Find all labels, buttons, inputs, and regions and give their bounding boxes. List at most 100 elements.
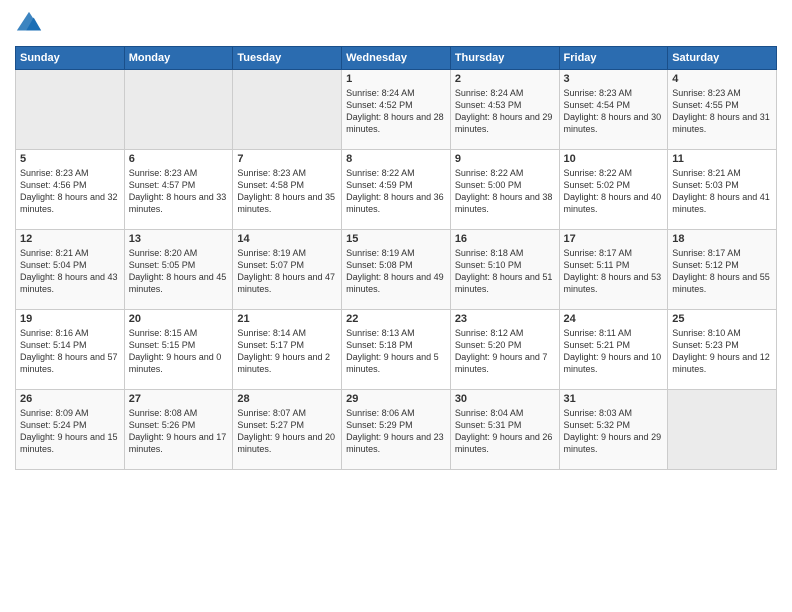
day-cell: 30Sunrise: 8:04 AM Sunset: 5:31 PM Dayli… [450,390,559,470]
day-info: Sunrise: 8:12 AM Sunset: 5:20 PM Dayligh… [455,327,555,376]
day-cell [16,70,125,150]
day-cell: 22 Sunrise: 8:13 AM Sunset: 5:18 PM Dayli… [342,310,451,390]
day-info: Sunrise: 8:13 AM Sunset: 5:18 PM Dayligh… [346,327,446,376]
day-header-sunday: Sunday [16,47,125,70]
day-info: Sunrise: 8:17 AM Sunset: 5:11 PM Dayligh… [564,247,664,296]
day-cell: 12 Sunrise: 8:21 AM Sunset: 5:04 PM Dayli… [16,230,125,310]
day-number: 19 [20,313,120,325]
day-number: 23 [455,313,555,325]
day-cell: 14 Sunrise: 8:19 AM Sunset: 5:07 PM Dayli… [233,230,342,310]
day-number: 14 [237,233,337,245]
day-info: Sunrise: 8:14 AM Sunset: 5:17 PM Dayligh… [237,327,337,376]
day-info: Sunrise: 8:06 AM Sunset: 5:29 PM Dayligh… [346,407,446,456]
day-info: Sunrise: 8:10 AM Sunset: 5:23 PM Dayligh… [672,327,772,376]
day-cell: 28 Sunrise: 8:07 AM Sunset: 5:27 PM Dayli… [233,390,342,470]
day-cell: 4 Sunrise: 8:23 AM Sunset: 4:55 PM Daylig… [668,70,777,150]
day-info: Sunrise: 8:04 AM Sunset: 5:31 PM Dayligh… [455,407,555,456]
week-row-5: 26 Sunrise: 8:09 AM Sunset: 5:24 PM Dayli… [16,390,777,470]
day-number: 10 [564,153,664,165]
calendar-body: 1 Sunrise: 8:24 AM Sunset: 4:52 PM Daylig… [16,70,777,470]
day-info: Sunrise: 8:18 AM Sunset: 5:10 PM Dayligh… [455,247,555,296]
day-number: 20 [129,313,229,325]
day-cell: 19 Sunrise: 8:16 AM Sunset: 5:14 PM Dayli… [16,310,125,390]
day-cell: 6 Sunrise: 8:23 AM Sunset: 4:57 PM Daylig… [124,150,233,230]
day-number: 4 [672,73,772,85]
day-cell: 18 Sunrise: 8:17 AM Sunset: 5:12 PM Dayli… [668,230,777,310]
day-number: 25 [672,313,772,325]
day-info: Sunrise: 8:16 AM Sunset: 5:14 PM Dayligh… [20,327,120,376]
day-cell: 5 Sunrise: 8:23 AM Sunset: 4:56 PM Daylig… [16,150,125,230]
day-number: 12 [20,233,120,245]
day-info: Sunrise: 8:22 AM Sunset: 5:00 PM Dayligh… [455,167,555,216]
day-info: Sunrise: 8:08 AM Sunset: 5:26 PM Dayligh… [129,407,229,456]
day-header-wednesday: Wednesday [342,47,451,70]
day-info: Sunrise: 8:22 AM Sunset: 4:59 PM Dayligh… [346,167,446,216]
day-number: 31 [564,393,664,405]
day-number: 11 [672,153,772,165]
day-number: 3 [564,73,664,85]
day-cell: 16 Sunrise: 8:18 AM Sunset: 5:10 PM Dayli… [450,230,559,310]
day-number: 28 [237,393,337,405]
day-cell: 17 Sunrise: 8:17 AM Sunset: 5:11 PM Dayli… [559,230,668,310]
day-cell [233,70,342,150]
day-cell: 26 Sunrise: 8:09 AM Sunset: 5:24 PM Dayli… [16,390,125,470]
day-number: 6 [129,153,229,165]
day-cell: 11Sunrise: 8:21 AM Sunset: 5:03 PM Dayli… [668,150,777,230]
day-info: Sunrise: 8:19 AM Sunset: 5:07 PM Dayligh… [237,247,337,296]
day-info: Sunrise: 8:11 AM Sunset: 5:21 PM Dayligh… [564,327,664,376]
day-cell: 2Sunrise: 8:24 AM Sunset: 4:53 PM Daylig… [450,70,559,150]
day-number: 17 [564,233,664,245]
day-number: 1 [346,73,446,85]
day-number: 22 [346,313,446,325]
day-number: 13 [129,233,229,245]
day-info: Sunrise: 8:22 AM Sunset: 5:02 PM Dayligh… [564,167,664,216]
day-info: Sunrise: 8:19 AM Sunset: 5:08 PM Dayligh… [346,247,446,296]
day-cell: 3Sunrise: 8:23 AM Sunset: 4:54 PM Daylig… [559,70,668,150]
day-cell: 7 Sunrise: 8:23 AM Sunset: 4:58 PM Daylig… [233,150,342,230]
day-number: 24 [564,313,664,325]
day-number: 29 [346,393,446,405]
day-cell: 15 Sunrise: 8:19 AM Sunset: 5:08 PM Dayli… [342,230,451,310]
day-info: Sunrise: 8:23 AM Sunset: 4:58 PM Dayligh… [237,167,337,216]
day-cell: 27 Sunrise: 8:08 AM Sunset: 5:26 PM Dayli… [124,390,233,470]
day-info: Sunrise: 8:23 AM Sunset: 4:57 PM Dayligh… [129,167,229,216]
day-info: Sunrise: 8:07 AM Sunset: 5:27 PM Dayligh… [237,407,337,456]
day-cell: 10 Sunrise: 8:22 AM Sunset: 5:02 PM Dayli… [559,150,668,230]
week-row-4: 19 Sunrise: 8:16 AM Sunset: 5:14 PM Dayli… [16,310,777,390]
day-info: Sunrise: 8:09 AM Sunset: 5:24 PM Dayligh… [20,407,120,456]
day-number: 7 [237,153,337,165]
day-cell: 20 Sunrise: 8:15 AM Sunset: 5:15 PM Dayli… [124,310,233,390]
page-header [15,10,777,38]
day-header-monday: Monday [124,47,233,70]
day-cell: 21Sunrise: 8:14 AM Sunset: 5:17 PM Dayli… [233,310,342,390]
day-cell: 29 Sunrise: 8:06 AM Sunset: 5:29 PM Dayli… [342,390,451,470]
day-number: 5 [20,153,120,165]
day-number: 8 [346,153,446,165]
day-info: Sunrise: 8:21 AM Sunset: 5:04 PM Dayligh… [20,247,120,296]
day-header-friday: Friday [559,47,668,70]
day-header-thursday: Thursday [450,47,559,70]
day-info: Sunrise: 8:15 AM Sunset: 5:15 PM Dayligh… [129,327,229,376]
day-cell: 13Sunrise: 8:20 AM Sunset: 5:05 PM Dayli… [124,230,233,310]
day-info: Sunrise: 8:23 AM Sunset: 4:56 PM Dayligh… [20,167,120,216]
calendar-header: SundayMondayTuesdayWednesdayThursdayFrid… [16,47,777,70]
day-info: Sunrise: 8:23 AM Sunset: 4:55 PM Dayligh… [672,87,772,136]
day-number: 27 [129,393,229,405]
day-number: 16 [455,233,555,245]
day-number: 15 [346,233,446,245]
day-number: 18 [672,233,772,245]
day-cell: 8 Sunrise: 8:22 AM Sunset: 4:59 PM Daylig… [342,150,451,230]
day-cell: 23 Sunrise: 8:12 AM Sunset: 5:20 PM Dayli… [450,310,559,390]
days-header-row: SundayMondayTuesdayWednesdayThursdayFrid… [16,47,777,70]
day-number: 26 [20,393,120,405]
day-header-saturday: Saturday [668,47,777,70]
day-number: 2 [455,73,555,85]
day-cell [668,390,777,470]
logo-icon [15,10,43,38]
day-info: Sunrise: 8:17 AM Sunset: 5:12 PM Dayligh… [672,247,772,296]
day-cell [124,70,233,150]
calendar-table: SundayMondayTuesdayWednesdayThursdayFrid… [15,46,777,470]
day-info: Sunrise: 8:24 AM Sunset: 4:52 PM Dayligh… [346,87,446,136]
day-cell: 1 Sunrise: 8:24 AM Sunset: 4:52 PM Daylig… [342,70,451,150]
week-row-3: 12 Sunrise: 8:21 AM Sunset: 5:04 PM Dayli… [16,230,777,310]
